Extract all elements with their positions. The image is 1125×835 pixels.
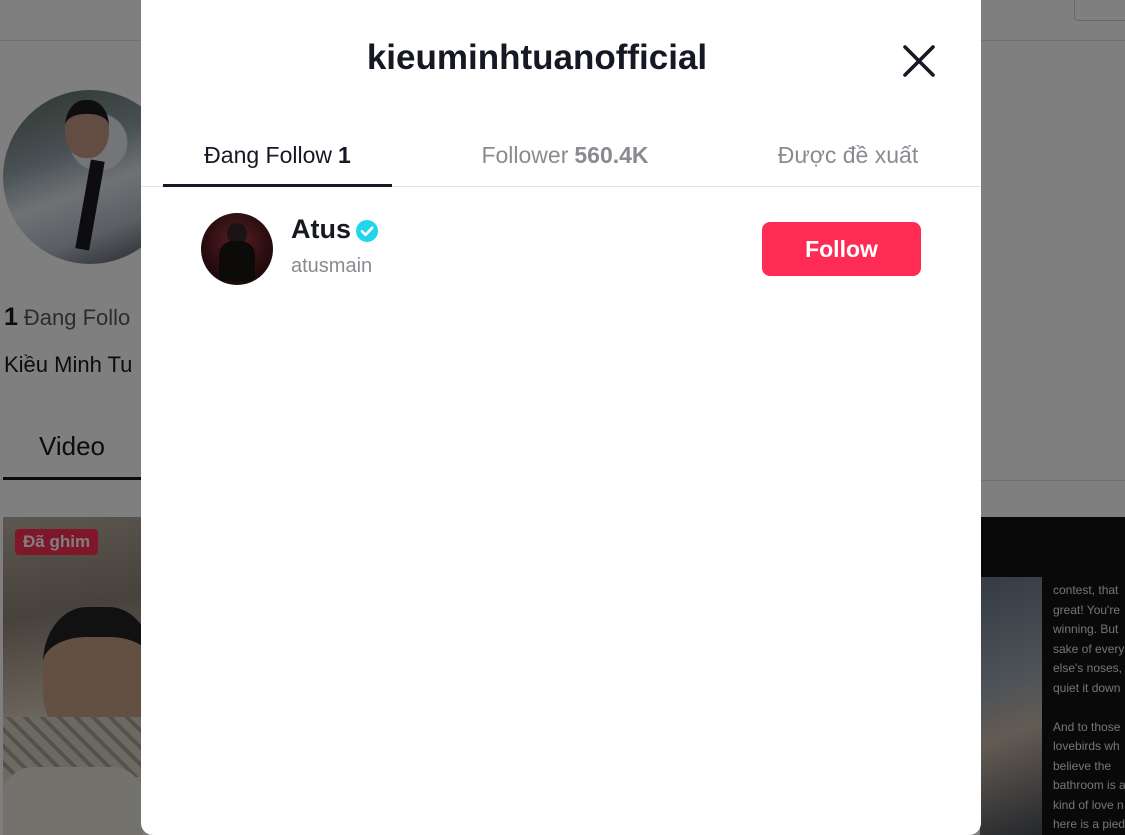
avatar[interactable]: [201, 213, 273, 285]
modal-tabs: Đang Follow 1 Follower 560.4K Được đề xuất: [141, 124, 981, 187]
tab-followers-label: Follower: [481, 142, 569, 168]
close-button[interactable]: [898, 40, 940, 82]
tab-following-label: Đang Follow: [204, 142, 333, 168]
avatar-figure-body: [219, 241, 255, 281]
tab-following-count: 1: [338, 142, 351, 168]
user-name[interactable]: Atus: [291, 214, 351, 245]
following-modal: kieuminhtuanofficial Đang Follow 1 Follow…: [141, 0, 981, 835]
verified-badge-icon: [356, 220, 378, 242]
modal-title: kieuminhtuanofficial: [366, 38, 708, 77]
user-handle: atusmain: [291, 255, 373, 277]
tab-suggested[interactable]: Được đề xuất: [753, 124, 943, 187]
tab-followers-count: 560.4K: [574, 142, 649, 168]
close-icon: [903, 45, 935, 77]
tab-followers[interactable]: Follower 560.4K: [441, 124, 689, 187]
tab-following[interactable]: Đang Follow 1: [163, 124, 392, 187]
tab-suggested-label: Được đề xuất: [777, 142, 919, 168]
follow-button[interactable]: Follow: [762, 222, 921, 276]
list-item[interactable]: Atus atusmain Follow: [141, 187, 981, 311]
